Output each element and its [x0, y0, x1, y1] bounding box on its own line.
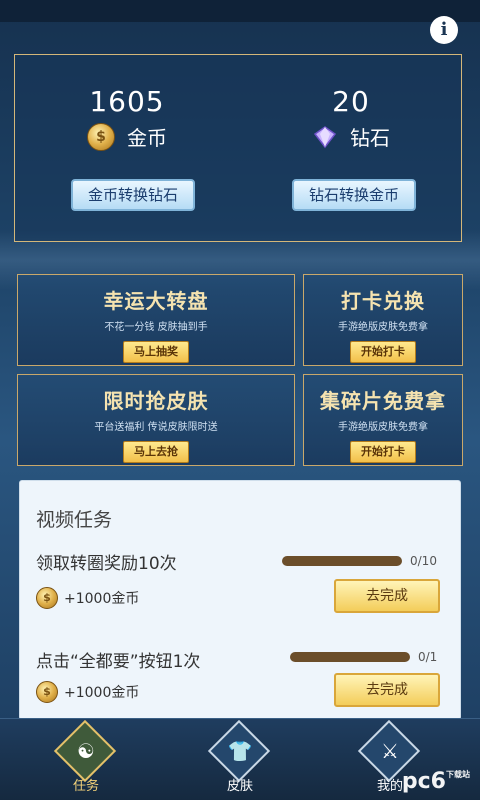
wallet-panel: 1605 金币 20 钻石 金币转换钻石 钻石转换金币 — [14, 54, 462, 242]
diamond-balance: 20 钻石 — [239, 85, 463, 151]
go-complete-button[interactable]: 去完成 — [334, 579, 440, 613]
tab-tasks[interactable]: ☯ 任务 — [6, 719, 166, 800]
card-subtitle: 不花一分钱 皮肤抽到手 — [104, 322, 208, 333]
coin-icon — [87, 122, 115, 151]
task-progress-bar — [290, 652, 410, 662]
tab-label: 皮肤 — [226, 779, 253, 794]
draw-now-button[interactable]: 马上抽奖 — [123, 341, 189, 363]
coin-label: 金币 — [127, 126, 167, 150]
video-tasks-panel: 视频任务 领取转圈奖励10次 0/10 +1000金币 去完成 点击“全都要”按… — [19, 480, 461, 720]
diamond-to-coin-button[interactable]: 钻石转换金币 — [292, 179, 416, 211]
task-name: 领取转圈奖励10次 — [36, 554, 177, 574]
card-subtitle: 手游绝版皮肤免费拿 — [338, 322, 428, 333]
task-name: 点击“全都要”按钮1次 — [36, 652, 201, 672]
task-progress-count: 0/1 — [418, 650, 438, 664]
coin-amount: 1605 — [89, 85, 165, 118]
card-title: 集碎片免费拿 — [320, 389, 446, 413]
start-checkin-button[interactable]: 开始打卡 — [350, 441, 416, 463]
go-complete-button[interactable]: 去完成 — [334, 673, 440, 707]
reward-text: +1000金币 — [64, 591, 140, 607]
tab-skins[interactable]: 👕 皮肤 — [160, 719, 320, 800]
task-reward: +1000金币 — [36, 681, 139, 703]
section-title: 视频任务 — [36, 509, 113, 531]
card-title: 幸运大转盘 — [103, 289, 209, 313]
tab-label: 任务 — [72, 779, 99, 794]
reward-text: +1000金币 — [64, 685, 140, 701]
task-reward: +1000金币 — [36, 587, 139, 609]
coin-icon — [36, 587, 58, 609]
watermark: pc6下载站 — [401, 769, 470, 794]
start-checkin-button[interactable]: 开始打卡 — [350, 341, 416, 363]
coin-balance: 1605 金币 — [15, 85, 239, 151]
checkin-exchange-card[interactable]: 打卡兑换 手游绝版皮肤免费拿 开始打卡 — [303, 274, 463, 366]
card-subtitle: 平台送福利 传说皮肤限时送 — [94, 422, 218, 433]
coin-icon — [36, 681, 58, 703]
status-bar — [0, 0, 480, 22]
profile-icon: ⚔ — [381, 739, 399, 763]
coin-to-diamond-button[interactable]: 金币转换钻石 — [71, 179, 195, 211]
info-icon[interactable]: i — [430, 16, 458, 44]
collect-fragments-card[interactable]: 集碎片免费拿 手游绝版皮肤免费拿 开始打卡 — [303, 374, 463, 466]
task-progress-count: 0/10 — [410, 554, 437, 568]
diamond-label: 钻石 — [350, 126, 390, 150]
lucky-wheel-card[interactable]: 幸运大转盘 不花一分钱 皮肤抽到手 马上抽奖 — [17, 274, 295, 366]
diamond-icon — [312, 124, 338, 150]
grab-now-button[interactable]: 马上去抢 — [123, 441, 189, 463]
limited-skin-card[interactable]: 限时抢皮肤 平台送福利 传说皮肤限时送 马上去抢 — [17, 374, 295, 466]
card-title: 限时抢皮肤 — [103, 389, 209, 413]
task-progress-bar — [282, 556, 402, 566]
card-subtitle: 手游绝版皮肤免费拿 — [338, 422, 428, 433]
skin-icon: 👕 — [227, 739, 253, 763]
task-icon: ☯ — [77, 739, 95, 763]
card-title: 打卡兑换 — [341, 289, 425, 313]
diamond-amount: 20 — [332, 85, 370, 118]
